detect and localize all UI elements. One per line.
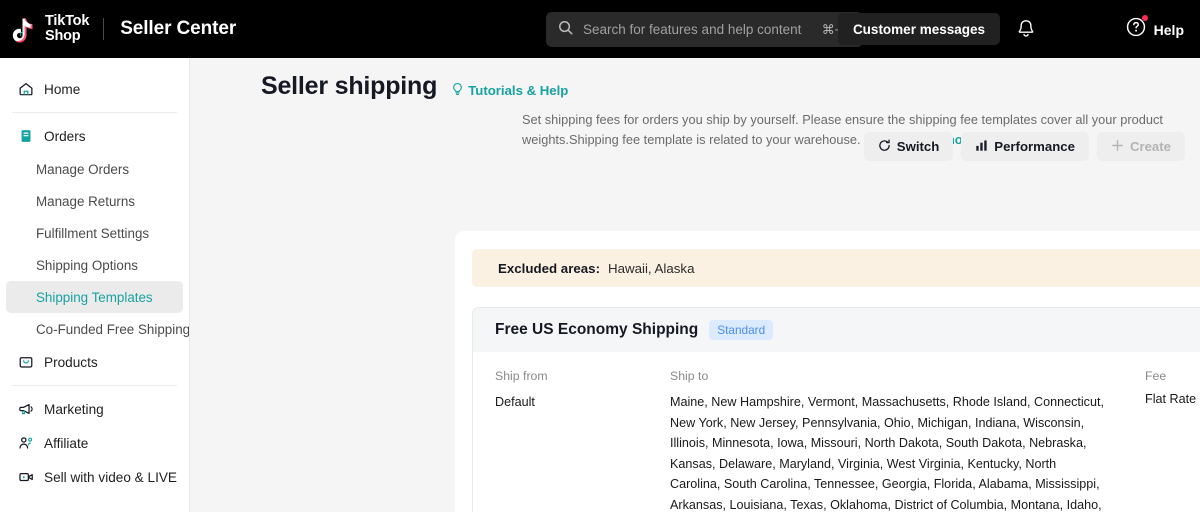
sidebar-divider-2 [12,385,177,386]
excluded-areas-label: Excluded areas: [498,260,600,276]
search-placeholder: Search for features and help content [583,22,802,37]
performance-button[interactable]: Performance [961,132,1089,161]
body: Home Orders Manage Orders Manage Returns… [0,58,1200,512]
plus-icon [1111,139,1124,155]
sidebar-item-fulfillment-settings[interactable]: Fulfillment Settings [6,217,183,249]
switch-label: Switch [896,139,940,154]
header-divider [103,18,105,40]
tiktok-shop-logo[interactable]: TikTok Shop [12,14,89,44]
shipping-card: Excluded areas: Hawaii, Alaska Free US E… [455,231,1200,512]
lightbulb-icon [451,82,464,99]
products-icon [18,354,34,370]
refresh-icon [878,139,891,155]
ship-from-column: Ship from Default [495,369,670,512]
search-input[interactable]: Search for features and help content ⌘+K [546,12,863,47]
top-bar: TikTok Shop Seller Center Search for fea… [0,0,1200,58]
sidebar-item-sell-with-video-live[interactable]: Sell with video & LIVE [6,460,183,494]
template-header: Free US Economy Shipping Standard Edit [473,308,1200,352]
ship-to-column: Ship to Maine, New Hampshire, Vermont, M… [670,369,1145,512]
sidebar-item-orders[interactable]: Orders [6,119,183,153]
help-button[interactable]: Help [1125,15,1184,43]
sidebar-label: Affiliate [44,435,89,451]
sidebar-label: Orders [44,128,86,144]
home-icon [18,81,34,97]
fee-row: Flat Rate $0.00 [1145,392,1200,406]
search-icon [558,20,573,40]
help-question-icon [1125,15,1148,43]
ship-from-value: Default [495,395,535,409]
sidebar-label: Sell with video & LIVE [44,469,177,485]
excluded-areas-value: Hawaii, Alaska [608,260,695,276]
orders-icon [18,128,34,144]
main-content: Seller shipping Tutorials & Help Switch [190,58,1200,512]
sidebar-item-manage-returns[interactable]: Manage Returns [6,185,183,217]
page-title: Seller shipping [261,72,438,100]
notifications-bell-icon[interactable] [1015,18,1037,40]
sidebar-item-home[interactable]: Home [6,72,183,106]
create-button[interactable]: Create [1096,132,1185,161]
affiliate-icon [18,435,34,451]
fee-header: Fee [1145,369,1167,383]
sidebar-divider [12,112,177,113]
bar-chart-icon [975,139,988,155]
app-root: TikTok Shop Seller Center Search for fea… [0,0,1200,512]
customer-messages-button[interactable]: Customer messages [837,13,1000,45]
page-header: Seller shipping Tutorials & Help Switch [190,58,1200,161]
sidebar-label: Home [44,81,81,97]
fee-type: Flat Rate [1145,392,1197,406]
create-label: Create [1129,139,1171,154]
sidebar-item-co-funded-free-shipping[interactable]: Co-Funded Free Shipping [6,313,189,345]
ship-from-header: Ship from [495,369,548,383]
excluded-areas-banner: Excluded areas: Hawaii, Alaska [472,249,1200,287]
notification-dot [1141,15,1148,21]
marketing-icon [18,401,34,417]
help-label: Help [1153,21,1184,38]
header-actions: Switch Performance Create [863,132,1185,161]
sidebar-label: Marketing [44,401,104,417]
sidebar-item-shipping-options[interactable]: Shipping Options [6,249,183,281]
switch-button[interactable]: Switch [863,132,954,161]
template-body: Ship from Default Ship to Maine, New Ham… [473,352,1200,512]
logo-text-shop: Shop [45,28,81,44]
performance-label: Performance [994,139,1075,154]
sidebar-item-products[interactable]: Products [6,345,183,379]
sidebar: Home Orders Manage Orders Manage Returns… [0,58,190,512]
sidebar-item-marketing[interactable]: Marketing [6,392,183,426]
status-badge: Standard [709,320,774,340]
tutorials-help-label: Tutorials & Help [468,82,569,98]
template-name: Free US Economy Shipping [495,321,699,338]
tiktok-note-icon [12,15,38,43]
fee-column: Fee Flat Rate $0.00 [1145,369,1200,512]
ship-to-value: Maine, New Hampshire, Vermont, Massachus… [670,395,1104,512]
logo-text-tiktok: TikTok [45,13,90,30]
title-row: Seller shipping Tutorials & Help [261,72,1186,101]
brand-title: Seller Center [120,18,237,39]
video-icon [18,469,34,485]
sidebar-item-shipping-templates[interactable]: Shipping Templates [6,281,183,313]
sidebar-item-manage-orders[interactable]: Manage Orders [6,153,183,185]
shipping-template: Free US Economy Shipping Standard Edit S… [472,307,1200,512]
sidebar-label: Products [44,354,98,370]
tutorials-help-link[interactable]: Tutorials & Help [451,82,568,99]
ship-to-header: Ship to [670,369,709,383]
sidebar-item-affiliate[interactable]: Affiliate [6,426,183,460]
